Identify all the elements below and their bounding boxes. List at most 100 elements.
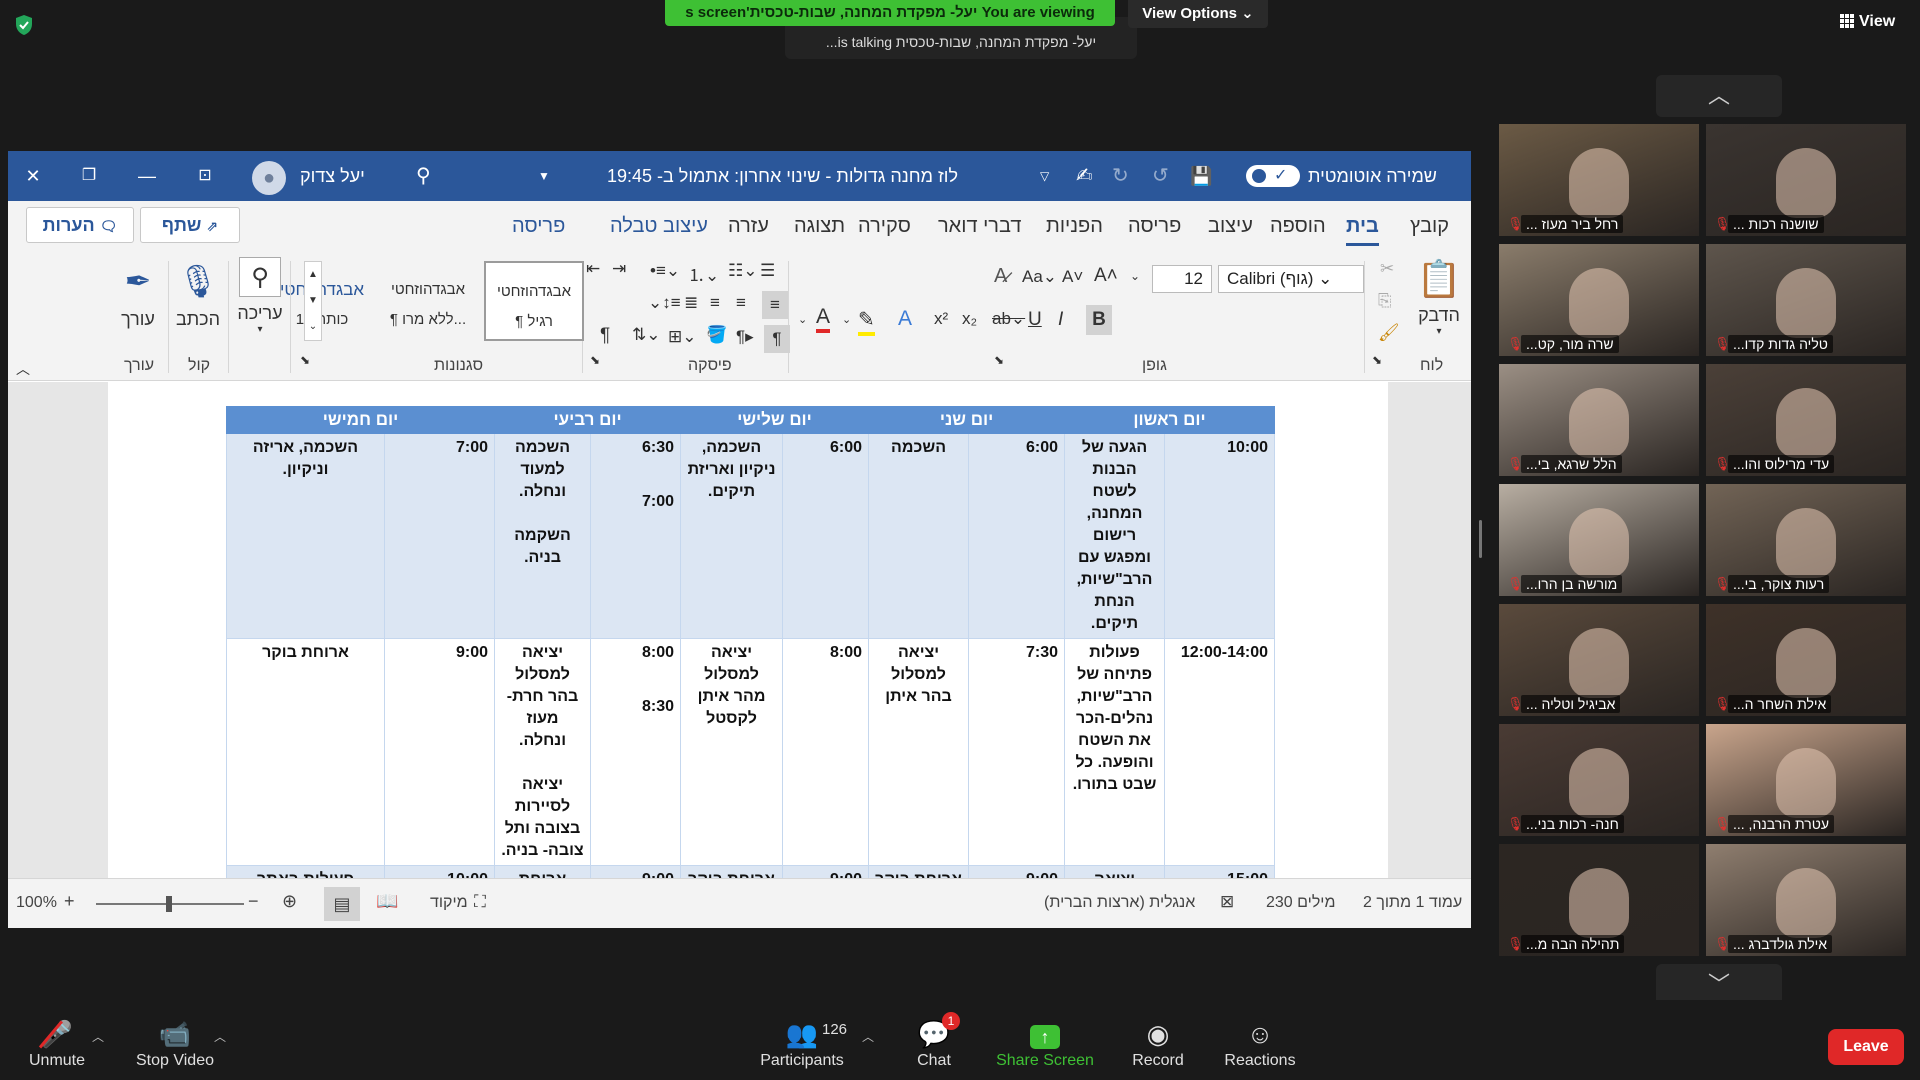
reactions-button[interactable]: ☺ Reactions <box>1220 1016 1300 1070</box>
chat-button[interactable]: 💬 1 Chat <box>906 1012 962 1070</box>
restore-icon[interactable]: ❐ <box>74 151 104 201</box>
language-label[interactable]: אנגלית (ארצות הברית) <box>1044 894 1195 912</box>
focus-label[interactable]: מיקוד <box>430 894 468 912</box>
quick-access-dropdown-icon[interactable]: ▽ <box>1040 151 1049 201</box>
tab-design[interactable]: עיצוב <box>1208 215 1253 238</box>
italic-button[interactable]: I <box>1058 309 1063 331</box>
activity-cell[interactable]: השכמה, ניקיון ואריזת תיקים. <box>680 433 784 639</box>
stop-video-button[interactable]: 📹 Stop Video <box>130 1016 220 1070</box>
participant-tile[interactable]: עדי מרילוס והו... 🎙 <box>1706 364 1906 476</box>
rtl-list-icon[interactable]: ☰ <box>760 261 775 281</box>
zoom-in-icon[interactable]: + <box>64 891 75 912</box>
record-button[interactable]: ◉ Record <box>1128 1016 1188 1070</box>
print-layout-button[interactable]: ▤ <box>324 887 360 921</box>
font-color-dropdown-icon[interactable]: ⌄ <box>798 313 807 326</box>
minimize-icon[interactable]: — <box>132 151 162 201</box>
bold-button[interactable]: B <box>1086 305 1112 335</box>
document-page[interactable]: יום ראשון יום שני יום שלישי יום רביעי יום חמ… <box>108 382 1388 878</box>
page-count[interactable]: עמוד 1 מתוך 2 <box>1363 894 1462 912</box>
time-cell[interactable]: 8:00 <box>782 638 870 866</box>
style-normal[interactable]: אבגדהוזחטי ¶ רגיל <box>484 261 584 341</box>
participant-tile[interactable]: שרה מור, קט... 🎙 <box>1499 244 1699 356</box>
grow-font-icon[interactable]: A˄ <box>1094 265 1118 287</box>
dialog-launcher-icon[interactable]: ⬊ <box>994 353 1004 367</box>
change-case-icon[interactable]: Aa⌄ <box>1022 267 1057 287</box>
tab-file[interactable]: קובץ <box>1410 215 1449 238</box>
activity-cell[interactable]: ארוחת בוקר <box>225 638 386 866</box>
participant-tile[interactable]: מורשה בן הרו... 🎙 <box>1499 484 1699 596</box>
subscript-button[interactable]: x₂ <box>962 309 977 329</box>
cut-icon[interactable]: ✂ <box>1380 259 1394 279</box>
focus-icon[interactable]: ⛶ <box>474 892 486 912</box>
zoom-out-icon[interactable]: − <box>248 891 259 912</box>
audio-options-caret[interactable]: ︿ <box>92 1028 104 1045</box>
time-cell[interactable]: 8:00 8:30 <box>590 638 682 866</box>
tab-help[interactable]: עזרה <box>728 215 769 238</box>
panel-split-handle[interactable] <box>1479 520 1482 558</box>
save-icon[interactable]: 💾 <box>1190 151 1212 201</box>
activity-cell[interactable]: ארוחת בוקר <box>680 865 784 878</box>
search-icon[interactable]: ⚲ <box>416 151 431 201</box>
style-no-spacing[interactable]: אבגדהוזחטי ¶ ללא מרו... <box>378 261 478 341</box>
text-effects-icon[interactable]: A <box>898 307 912 331</box>
redo-icon[interactable]: ↻ <box>1112 151 1129 201</box>
styles-scroll[interactable]: ▲ ▼ ⌄ <box>304 261 322 341</box>
align-center-icon[interactable]: ≡ <box>736 293 746 313</box>
borders-icon[interactable]: ⊞⌄ <box>668 327 697 347</box>
superscript-button[interactable]: x² <box>934 309 948 329</box>
activity-cell[interactable]: פעולות באתר הקסטל <box>225 865 386 878</box>
tab-layout[interactable]: פריסה <box>1128 215 1181 238</box>
share-button[interactable]: שתף ⇗ <box>140 207 240 243</box>
view-options-button[interactable]: View Options ⌄ <box>1128 0 1268 28</box>
ribbon-display-icon[interactable]: ⊡ <box>190 151 220 201</box>
participant-tile[interactable]: תהילה הבה מ... 🎙 <box>1499 844 1699 956</box>
bullets-icon[interactable]: •≡⌄ <box>650 261 680 281</box>
style-heading-1[interactable]: אבגדהוזחטי כותרת 1 <box>272 261 372 341</box>
proofing-icon[interactable]: ⊠ <box>1220 892 1234 912</box>
time-cell[interactable]: 9:00 <box>968 865 1066 878</box>
participant-tile[interactable]: טליה גדות קדו... 🎙 <box>1706 244 1906 356</box>
sort-icon[interactable]: ⇅⌄ <box>632 325 661 345</box>
font-name-combo[interactable]: Calibri (גוף) ⌄ <box>1218 265 1364 293</box>
participant-tile[interactable]: הלל שרגא, בי... 🎙 <box>1499 364 1699 476</box>
activity-cell[interactable]: ארוחת בוקר <box>494 865 592 878</box>
tab-mailings[interactable]: דברי דואר <box>938 215 1021 238</box>
comments-button[interactable]: הערות 🗨 <box>26 207 134 243</box>
time-cell[interactable]: 9:00 <box>384 638 496 866</box>
editing-button[interactable]: ⚲ עריכה ▾ <box>234 257 286 335</box>
zoom-slider[interactable] <box>96 896 244 912</box>
time-cell[interactable]: 10:00 <box>1164 433 1276 639</box>
participant-tile[interactable]: חנה- רכות בני... 🎙 <box>1499 724 1699 836</box>
unmute-button[interactable]: 🎤 Unmute <box>22 1016 92 1070</box>
dictate-button[interactable]: 🎙 הכתב <box>172 257 224 330</box>
share-screen-button[interactable]: ↑ Share Screen <box>996 1016 1094 1070</box>
tab-table-design[interactable]: עיצוב טבלה <box>610 215 708 238</box>
highlight-icon[interactable]: ✎ <box>858 307 875 336</box>
participants-button[interactable]: 👥 126 Participants <box>756 1016 848 1070</box>
participant-tile[interactable]: אביגיל וטליה ... 🎙 <box>1499 604 1699 716</box>
dialog-launcher-icon[interactable]: ⬊ <box>590 353 600 367</box>
security-shield-icon[interactable] <box>14 14 34 36</box>
activity-cell[interactable]: השכמה למעוד ונחלה. השקמה בניה. <box>494 433 592 639</box>
activity-cell[interactable]: יציאה למסלול מהר איתן לקסטל <box>680 638 784 866</box>
format-painter-icon[interactable]: 🖌 <box>1378 323 1400 343</box>
strikethrough-button[interactable]: ab⌄ <box>992 309 1025 329</box>
align-left-icon[interactable]: ≡ <box>710 293 720 313</box>
zoom-level[interactable]: 100% <box>16 894 57 912</box>
autosave-toggle[interactable]: ✓ <box>1246 165 1300 187</box>
ltr-paragraph-icon[interactable]: ¶▸ <box>736 327 754 347</box>
dialog-launcher-icon[interactable]: ⬊ <box>300 353 310 367</box>
font-size-combo[interactable]: 12 <box>1152 265 1212 293</box>
close-icon[interactable]: ✕ <box>18 151 48 201</box>
activity-cell[interactable]: ארוחת בוקר <box>868 865 970 878</box>
gallery-up-button[interactable]: ︿ <box>1656 75 1782 117</box>
multilevel-list-icon[interactable]: ☷⌄ <box>728 261 757 281</box>
time-cell[interactable]: 9:00 <box>782 865 870 878</box>
participant-tile[interactable]: אילת השחר ה... 🎙 <box>1706 604 1906 716</box>
time-cell[interactable]: 7:30 <box>968 638 1066 866</box>
word-count[interactable]: 230 מילים <box>1266 894 1335 912</box>
show-formatting-icon[interactable]: ¶ <box>600 325 610 347</box>
paste-button[interactable]: 📋 הדבק ▾ <box>1414 257 1464 337</box>
view-button[interactable]: View <box>1840 8 1910 36</box>
activity-cell[interactable]: יציאה למסלול בהר חרת- מעוז ונחלה. יציאה ל… <box>494 638 592 866</box>
